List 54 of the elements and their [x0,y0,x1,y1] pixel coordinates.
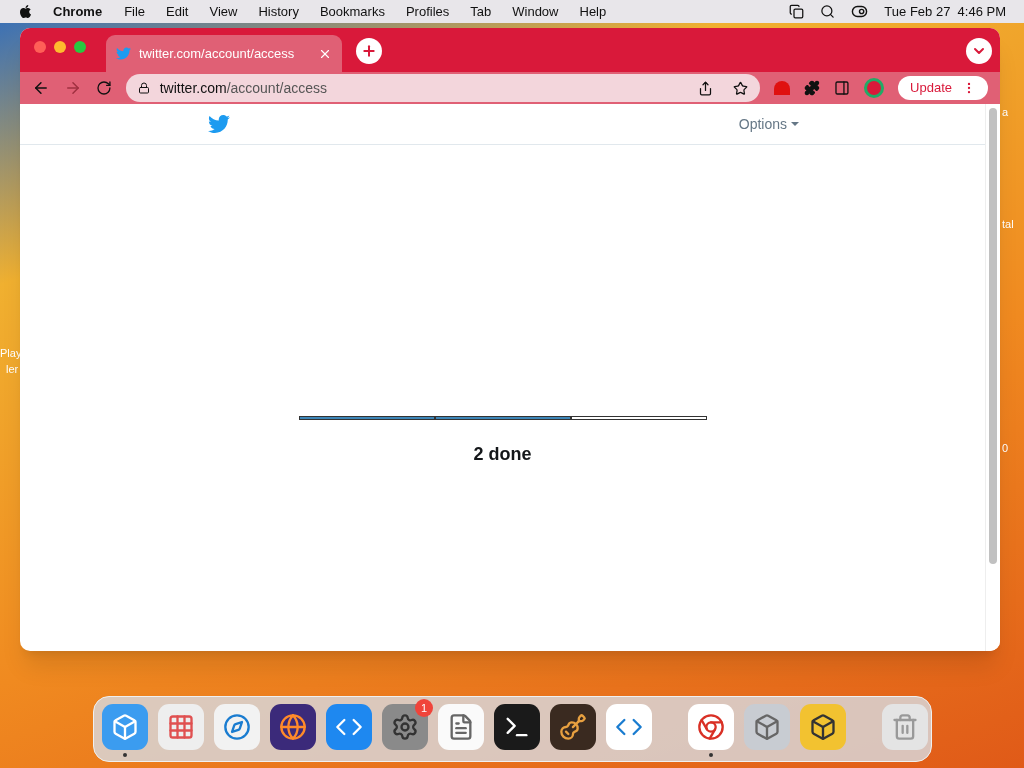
tab-search-button[interactable] [966,38,992,64]
star-icon[interactable] [733,80,749,96]
menu-item[interactable]: Help [579,1,607,22]
guitar-icon [559,713,587,741]
minimize-window-button[interactable] [54,41,66,53]
grid-icon [167,713,195,741]
menu-item[interactable]: Window [512,1,559,22]
dock-app-icon[interactable] [270,704,316,750]
dock-app-icon[interactable] [800,704,846,750]
menu-item[interactable]: File [124,1,146,22]
desktop-icon-label: a [1002,105,1009,120]
menu-item[interactable]: History [258,1,299,22]
scrollbar-thumb[interactable] [989,108,997,564]
dock-app-icon[interactable] [494,704,540,750]
cube-icon [753,713,781,741]
desktop-icon-label: ler [5,362,19,377]
menu-item[interactable]: Profiles [405,1,450,22]
globe-icon [279,713,307,741]
menu-app-name[interactable]: Chrome [53,1,103,22]
menu-item[interactable]: Bookmarks [319,1,385,22]
windows-icon[interactable] [789,4,805,19]
tab-title: twitter.com/account/access [139,44,295,63]
compass-icon [223,713,251,741]
progress-label: 2 done [473,443,532,466]
share-icon[interactable] [698,80,714,96]
side-panel-icon[interactable] [834,80,851,96]
notification-badge: 1 [415,699,433,717]
gear-icon [391,713,419,741]
menu-item[interactable]: View [209,1,238,22]
menu-item[interactable]: Edit [166,1,189,22]
url-text: twitter.com/account/access [159,78,327,98]
desktop-icon-label: tal [1002,217,1014,232]
trash-icon [891,713,919,741]
search-icon[interactable] [820,4,836,19]
options-menu[interactable]: Options [738,113,799,135]
plus-icon [361,43,377,59]
bird-logo-icon[interactable] [208,113,230,135]
address-bar[interactable]: twitter.com/account/access [125,74,761,102]
puzzle-icon[interactable] [804,80,821,96]
toggles-icon[interactable] [851,3,869,20]
dock-app-icon[interactable] [382,704,428,750]
clock[interactable]: Tue Feb 27 4:46 PM [884,1,1006,22]
dock-app-icon[interactable] [550,704,596,750]
menu-item[interactable]: Tab [470,1,492,22]
apple-logo-icon[interactable] [18,4,33,19]
zoom-window-button[interactable] [74,41,86,53]
update-button[interactable]: Update [898,76,988,100]
back-icon[interactable] [32,79,50,97]
reload-icon[interactable] [95,80,112,96]
lock-icon [137,82,150,94]
desktop-icon-label: 0 [1002,441,1009,456]
bird-icon [116,46,131,61]
browser-icon [697,713,725,741]
new-tab-button[interactable] [356,38,382,64]
